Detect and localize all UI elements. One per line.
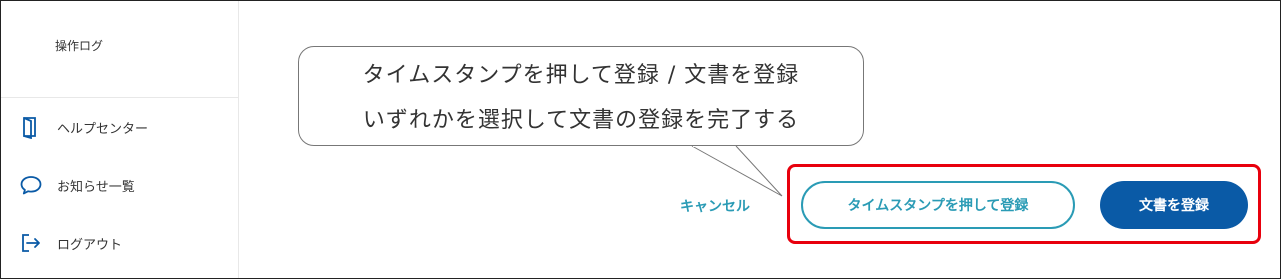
sidebar-item-help-center[interactable]: ヘルプセンター: [1, 107, 238, 147]
logout-icon: [19, 231, 43, 255]
sidebar: 操作ログ ヘルプセンター お知らせ一覧 ログアウト: [1, 1, 239, 278]
book-icon: [19, 115, 43, 140]
sidebar-item-label: お知らせ一覧: [57, 180, 135, 195]
cancel-button[interactable]: キャンセル: [680, 196, 750, 216]
sidebar-item-label: 操作ログ: [55, 39, 104, 53]
timestamp-register-button[interactable]: タイムスタンプを押して登録: [801, 181, 1075, 229]
sidebar-item-operation-log[interactable]: 操作ログ: [1, 1, 238, 98]
chat-bubble-icon: [19, 173, 43, 197]
register-document-button[interactable]: 文書を登録: [1100, 181, 1248, 229]
callout-line-1: タイムスタンプを押して登録 / 文書を登録: [362, 63, 800, 88]
sidebar-item-label: ログアウト: [57, 238, 123, 253]
sidebar-item-label: ヘルプセンター: [57, 122, 149, 137]
callout-bubble: タイムスタンプを押して登録 / 文書を登録 いずれかを選択して文書の登録を完了す…: [298, 46, 864, 146]
callout-line-2: いずれかを選択して文書の登録を完了する: [362, 108, 800, 133]
sidebar-item-notices[interactable]: お知らせ一覧: [1, 165, 238, 205]
sidebar-item-logout[interactable]: ログアウト: [1, 223, 238, 263]
